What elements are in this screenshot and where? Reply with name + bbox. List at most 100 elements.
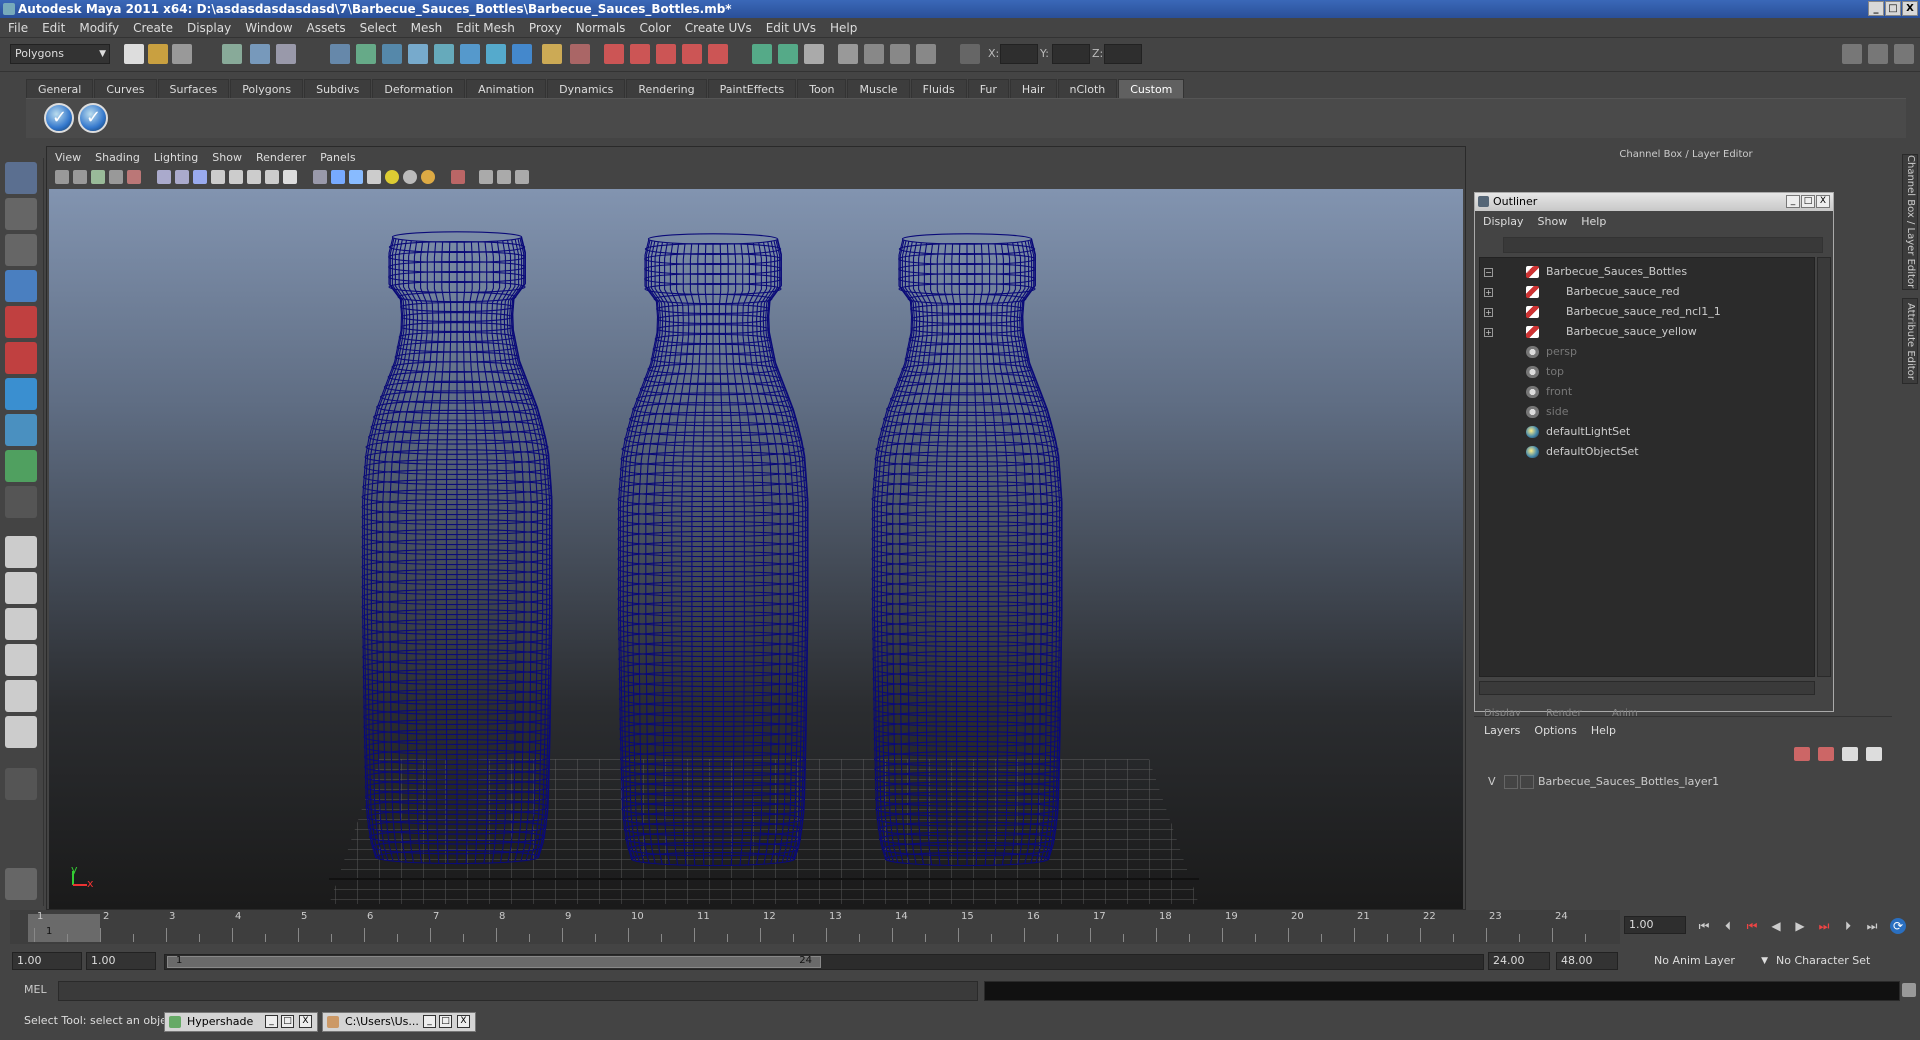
create-layer-icon[interactable] [1842, 747, 1858, 761]
menu-edit-uvs[interactable]: Edit UVs [766, 21, 816, 35]
viewport-menu-show[interactable]: Show [212, 151, 242, 164]
shelf-button-checkmark-1[interactable]: ✓ [44, 103, 74, 133]
quick-layout-icon[interactable] [5, 768, 37, 800]
collapse-icon[interactable]: − [1484, 268, 1493, 277]
x-field[interactable] [1000, 44, 1038, 64]
script-editor-icon[interactable] [5, 868, 37, 900]
input-ops-icon[interactable] [752, 44, 772, 64]
snap-grid-icon[interactable] [604, 44, 624, 64]
persp-graph-layout-icon[interactable] [5, 644, 37, 676]
z-field[interactable] [1104, 44, 1142, 64]
menu-normals[interactable]: Normals [576, 21, 626, 35]
lock-selection-icon[interactable] [542, 44, 562, 64]
four-view-layout-icon[interactable] [5, 572, 37, 604]
play-forwards-icon[interactable]: ▶ [1792, 918, 1808, 934]
step-forward-key-icon[interactable]: ⏭ [1816, 918, 1832, 934]
menu-edit[interactable]: Edit [42, 21, 65, 35]
hud-icon[interactable] [283, 170, 297, 184]
expand-icon[interactable]: + [1484, 308, 1493, 317]
create-layer-from-selected-icon[interactable] [1866, 747, 1882, 761]
frame-selected-icon[interactable] [497, 170, 511, 184]
wireframe-icon[interactable] [157, 170, 171, 184]
menu-file[interactable]: File [8, 21, 28, 35]
outliner-filter-input[interactable] [1503, 237, 1823, 253]
shelf-tab-dynamics[interactable]: Dynamics [547, 79, 626, 98]
rotate-tool-icon[interactable] [5, 306, 37, 338]
flat-light-icon[interactable] [421, 170, 435, 184]
shelf-tab-deformation[interactable]: Deformation [372, 79, 466, 98]
layer-visibility-toggle[interactable]: V [1488, 773, 1496, 791]
menu-create[interactable]: Create [133, 21, 173, 35]
outliner-title-bar[interactable]: Outliner _ □ X [1475, 193, 1833, 211]
layer-type-toggle[interactable] [1504, 775, 1518, 789]
shelf-tab-animation[interactable]: Animation [466, 79, 547, 98]
outliner-close-button[interactable]: X [1816, 195, 1830, 208]
go-to-end-icon[interactable]: ⏭ [1864, 918, 1880, 934]
task-maximize-button[interactable]: □ [281, 1015, 294, 1028]
select-hierarchy-icon[interactable] [222, 44, 242, 64]
go-to-start-icon[interactable]: ⏮ [1696, 918, 1712, 934]
viewport-menu-view[interactable]: View [55, 151, 81, 164]
taskbar-item-explorer[interactable]: C:\Users\Us... _ □ X [322, 1012, 476, 1032]
layer-menu-help[interactable]: Help [1591, 724, 1616, 737]
xray-icon[interactable] [211, 170, 225, 184]
use-all-lights-icon[interactable] [247, 170, 261, 184]
mask-curves-icon[interactable] [382, 44, 402, 64]
maximize-button[interactable]: □ [1885, 1, 1901, 16]
checker-icon[interactable] [367, 170, 381, 184]
shelf-tab-muscle[interactable]: Muscle [847, 79, 910, 98]
shelf-tab-subdivs[interactable]: Subdivs [304, 79, 372, 98]
menu-help[interactable]: Help [830, 21, 857, 35]
step-back-key-icon[interactable]: ⏮ [1744, 918, 1760, 934]
ipr-render-icon[interactable] [864, 44, 884, 64]
menu-window[interactable]: Window [245, 21, 292, 35]
grid-toggle-icon[interactable] [331, 170, 345, 184]
shelf-tab-ncloth[interactable]: nCloth [1057, 79, 1118, 98]
render-frame-icon[interactable] [838, 44, 858, 64]
shelf-tab-curves[interactable]: Curves [94, 79, 157, 98]
menu-proxy[interactable]: Proxy [529, 21, 562, 35]
task-close-button[interactable]: X [457, 1015, 470, 1028]
mask-misc-icon[interactable] [512, 44, 532, 64]
mask-handles-icon[interactable] [330, 44, 350, 64]
step-forward-frame-icon[interactable]: ⏵ [1840, 918, 1856, 934]
layer-menu-layers[interactable]: Layers [1484, 724, 1520, 737]
save-scene-icon[interactable] [172, 44, 192, 64]
safe-action-icon[interactable] [515, 170, 529, 184]
soft-mod-tool-icon[interactable] [5, 414, 37, 446]
outliner-minimize-button[interactable]: _ [1786, 195, 1800, 208]
layer-move-down-icon[interactable] [1818, 747, 1834, 761]
shelf-tab-toon[interactable]: Toon [797, 79, 847, 98]
playback-end-field[interactable]: 24.00 [1488, 952, 1550, 970]
layer-color-swatch[interactable] [1520, 775, 1534, 789]
shelf-tab-painteffects[interactable]: PaintEffects [707, 79, 797, 98]
outliner-menu-show[interactable]: Show [1538, 215, 1568, 228]
outliner-item[interactable]: top [1480, 362, 1814, 382]
bookmarks-icon[interactable] [91, 170, 105, 184]
outliner-horizontal-scrollbar[interactable] [1479, 681, 1815, 695]
step-back-frame-icon[interactable]: ⏴ [1720, 918, 1736, 934]
all-lights-icon[interactable] [403, 170, 417, 184]
shelf-tab-custom[interactable]: Custom [1118, 79, 1185, 98]
outliner-menu-help[interactable]: Help [1581, 215, 1606, 228]
script-editor-icon[interactable] [1902, 983, 1916, 997]
resolution-gate-icon[interactable] [127, 170, 141, 184]
outliner-item[interactable]: persp [1480, 342, 1814, 362]
range-slider-thumb[interactable]: 1 24 [167, 955, 821, 968]
last-tool-icon[interactable] [5, 486, 37, 518]
toggle-attribute-editor-icon[interactable] [1842, 44, 1862, 64]
viewport-menu-panels[interactable]: Panels [320, 151, 355, 164]
outliner-menu-display[interactable]: Display [1483, 215, 1524, 228]
output-ops-icon[interactable] [778, 44, 798, 64]
shelf-button-checkmark-2[interactable]: ✓ [78, 103, 108, 133]
toggle-channel-box-icon[interactable] [1894, 44, 1914, 64]
lasso-tool-icon[interactable] [5, 198, 37, 230]
viewport-menu-shading[interactable]: Shading [95, 151, 140, 164]
outliner-item[interactable]: − Barbecue_Sauces_Bottles [1480, 262, 1814, 282]
taskbar-item-hypershade[interactable]: Hypershade _ □ X [164, 1012, 318, 1032]
persp-graph-hypergraph-layout-icon[interactable] [5, 716, 37, 748]
expand-icon[interactable]: + [1484, 288, 1493, 297]
current-time-field[interactable]: 1.00 [1624, 916, 1686, 934]
hypershade-icon[interactable] [916, 44, 936, 64]
select-tool-icon[interactable] [5, 162, 37, 194]
